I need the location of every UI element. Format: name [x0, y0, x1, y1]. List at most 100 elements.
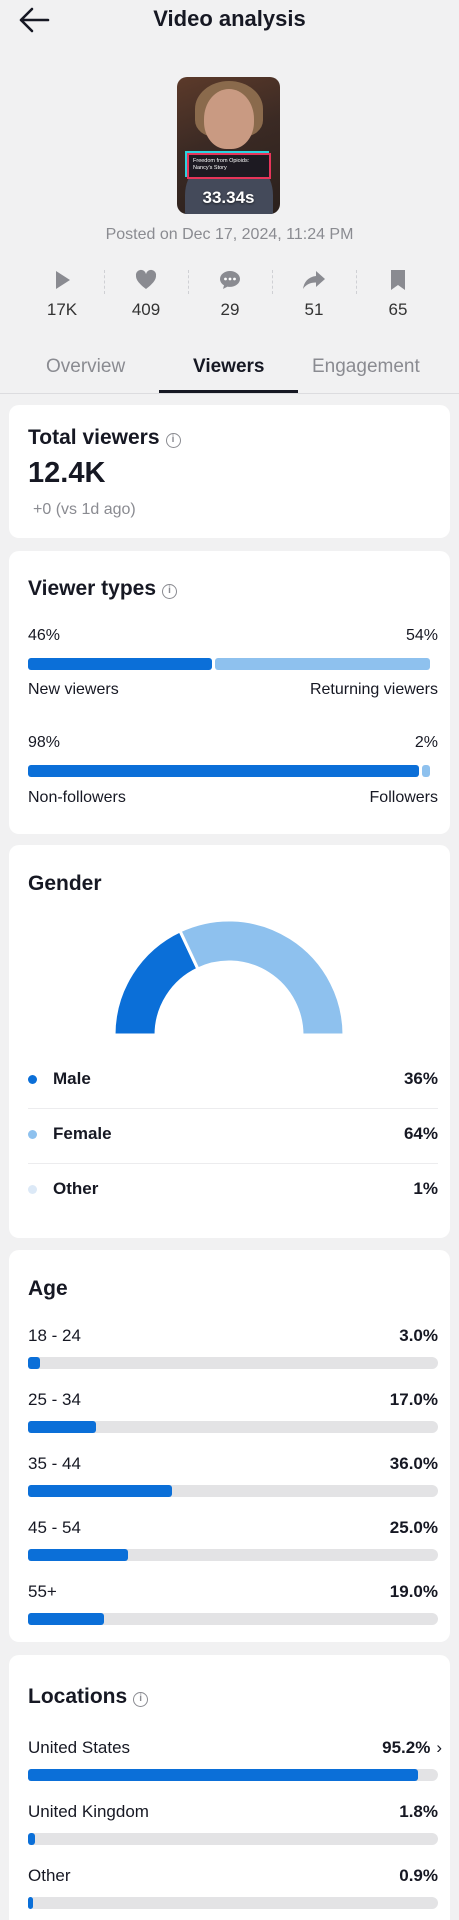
age-range-label: 55+ [28, 1582, 57, 1601]
total-viewers-title: Total viewers [28, 426, 160, 449]
non-followers-bar [28, 765, 419, 777]
location-name: United Kingdom [28, 1802, 149, 1821]
info-icon[interactable]: i [133, 1692, 149, 1707]
age-card: Age 18 - 24 3.0% 25 - 34 17.0% 35 - 44 36.0% 4… [9, 1250, 450, 1642]
tab-engagement[interactable]: Engagement [312, 356, 420, 378]
gender-legend-other: Other 1% [28, 1171, 438, 1211]
legend-pct: 64% [403, 1124, 438, 1143]
age-range-label: 35 - 44 [28, 1454, 81, 1473]
bookmark-icon [391, 270, 405, 290]
stat-comments[interactable]: 29 [188, 262, 272, 332]
video-thumbnail[interactable]: Freedom from Opioids: Nancy's Story 33.3… [177, 77, 280, 214]
stat-views[interactable]: 17K [20, 262, 104, 332]
total-viewers-delta: +0 (vs 1d ago) [33, 501, 136, 518]
video-caption-overlay: Freedom from Opioids: Nancy's Story [187, 153, 271, 179]
age-pct: 17.0% [389, 1390, 438, 1409]
location-pct-wrap: 1.8% [399, 1802, 438, 1822]
followers-label: Followers [369, 789, 438, 806]
location-name: Other [28, 1866, 71, 1885]
gender-title: Gender [28, 872, 102, 895]
location-bar-fill [28, 1833, 35, 1845]
top-bar: Video analysis [0, 0, 459, 40]
returning-viewers-pct: 54% [405, 627, 438, 644]
stat-likes[interactable]: 409 [104, 262, 188, 332]
age-range-label: 25 - 34 [28, 1390, 81, 1409]
age-bar-fill [28, 1357, 40, 1369]
new-viewers-label: New viewers [28, 681, 119, 698]
info-icon[interactable]: i [162, 584, 178, 599]
gender-arc-female [178, 918, 346, 1037]
chevron-right-icon[interactable]: › [436, 1738, 442, 1757]
followers-bar [422, 765, 430, 777]
tab-viewers[interactable]: Viewers [193, 356, 264, 378]
returning-viewers-label: Returning viewers [309, 681, 438, 698]
location-bar-track [28, 1897, 438, 1909]
age-bar-fill [28, 1485, 172, 1497]
tab-overview[interactable]: Overview [46, 356, 125, 378]
stat-value: 51 [304, 300, 324, 319]
active-tab-indicator [159, 390, 298, 393]
total-viewers-card: Total viewers i 12.4K +0 (vs 1d ago) [9, 405, 450, 538]
stat-value: 409 [131, 300, 161, 319]
age-bar-fill [28, 1613, 104, 1625]
gender-legend-female: Female 64% [28, 1116, 438, 1156]
locations-title: Locations [28, 1685, 128, 1708]
legend-dot [28, 1185, 37, 1194]
viewer-types-heading: Viewer types i [28, 577, 178, 601]
age-pct: 3.0% [399, 1326, 438, 1345]
share-icon [303, 271, 325, 289]
engagement-stats: 17K 409 29 51 65 [20, 262, 440, 332]
location-bar-track [28, 1833, 438, 1845]
total-viewers-heading: Total viewers i [28, 426, 181, 450]
age-title: Age [28, 1277, 68, 1300]
stat-shares[interactable]: 51 [272, 262, 356, 332]
total-viewers-value: 12.4K [28, 457, 106, 489]
location-pct: 0.9% [399, 1866, 438, 1885]
stat-value: 65 [388, 300, 408, 319]
locations-heading: Locations i [28, 1685, 149, 1709]
posted-date: Posted on Dec 17, 2024, 11:24 PM [105, 226, 354, 243]
age-bar-track [28, 1357, 438, 1369]
viewer-types-card: Viewer types i 46% 54% New viewers Return… [9, 551, 450, 834]
gender-gauge-chart [112, 918, 346, 1037]
thumbnail-person-face [204, 89, 254, 149]
age-range-label: 18 - 24 [28, 1326, 81, 1345]
tab-bar: Overview Viewers Engagement [0, 352, 459, 394]
new-viewers-bar [28, 658, 212, 670]
divider [28, 1108, 438, 1109]
location-name: United States [28, 1738, 131, 1757]
legend-pct: 1% [413, 1179, 438, 1198]
age-bar-fill [28, 1421, 96, 1433]
stat-saves[interactable]: 65 [356, 262, 440, 332]
age-range-label: 45 - 54 [28, 1518, 81, 1537]
age-pct: 25.0% [389, 1518, 438, 1537]
legend-dot [28, 1130, 37, 1139]
gender-legend-male: Male 36% [28, 1061, 438, 1101]
new-viewers-pct: 46% [28, 627, 61, 644]
legend-name: Other [53, 1179, 99, 1198]
viewer-types-title: Viewer types [28, 577, 157, 600]
stat-value: 29 [220, 300, 240, 319]
divider [28, 1163, 438, 1164]
legend-name: Female [53, 1124, 112, 1143]
gender-card: Gender Male 36% Female 64% Other 1% [9, 845, 450, 1238]
video-duration: 33.34s [202, 188, 255, 207]
age-pct: 36.0% [389, 1454, 438, 1473]
location-bar-fill [28, 1769, 418, 1781]
age-pct: 19.0% [389, 1582, 438, 1601]
page-title: Video analysis [153, 6, 306, 31]
play-icon [56, 271, 70, 289]
location-pct-wrap: 0.9% [399, 1866, 438, 1886]
legend-dot [28, 1075, 37, 1084]
info-icon[interactable]: i [165, 433, 181, 448]
age-bar-fill [28, 1549, 128, 1561]
legend-name: Male [53, 1069, 91, 1088]
returning-viewers-bar [215, 658, 430, 670]
stat-value: 17K [46, 300, 78, 319]
location-pct-wrap: 95.2% › [382, 1738, 442, 1758]
followers-pct: 2% [414, 734, 438, 751]
non-followers-label: Non-followers [28, 789, 126, 806]
gender-arc-male [112, 928, 200, 1037]
location-pct: 95.2% [382, 1738, 431, 1757]
locations-card: Locations i United States 95.2% › United Kin… [9, 1655, 450, 1920]
